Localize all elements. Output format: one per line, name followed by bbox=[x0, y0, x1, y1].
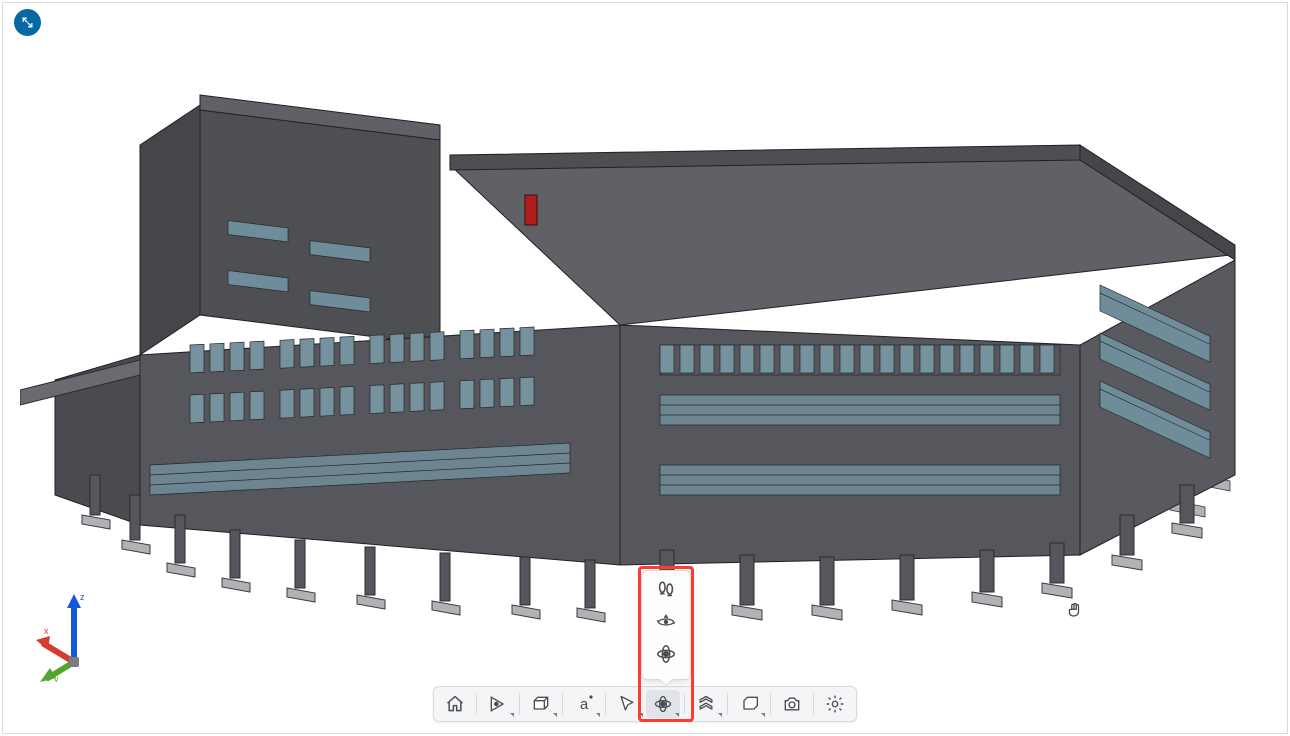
settings-button[interactable] bbox=[818, 690, 852, 718]
projection-icon bbox=[739, 694, 759, 714]
camera-button[interactable] bbox=[775, 690, 809, 718]
home-icon bbox=[444, 694, 466, 714]
expand-icon bbox=[21, 16, 34, 29]
look-at-button[interactable] bbox=[481, 690, 515, 718]
select-button[interactable] bbox=[610, 690, 644, 718]
home-button[interactable] bbox=[438, 690, 472, 718]
axis-y-label: y bbox=[54, 674, 59, 682]
section-box-button[interactable] bbox=[524, 690, 558, 718]
cursor-hand-icon bbox=[1065, 600, 1083, 620]
caret-icon bbox=[587, 693, 595, 701]
footprints-icon bbox=[654, 579, 678, 601]
view-toolbar: a bbox=[433, 686, 857, 722]
explode-icon bbox=[695, 694, 717, 714]
cursor-arrow-icon bbox=[617, 694, 637, 714]
turntable-icon bbox=[654, 612, 678, 632]
orbit-flyout-menu bbox=[641, 570, 691, 680]
axis-x-label: x bbox=[44, 626, 49, 636]
projection-button[interactable] bbox=[732, 690, 766, 718]
expand-button[interactable] bbox=[14, 9, 41, 36]
gear-icon bbox=[825, 694, 845, 714]
free-orbit-button[interactable] bbox=[648, 639, 684, 669]
walk-mode-button[interactable] bbox=[648, 575, 684, 605]
look-at-icon bbox=[487, 694, 509, 714]
explode-button[interactable] bbox=[689, 690, 723, 718]
orbit-button[interactable] bbox=[646, 690, 680, 718]
axis-z-label: z bbox=[80, 592, 85, 602]
annotation-scale-button[interactable]: a bbox=[567, 690, 601, 718]
cube-icon bbox=[531, 694, 551, 714]
free-orbit-icon bbox=[654, 643, 678, 665]
orbit-icon bbox=[652, 694, 674, 714]
camera-icon bbox=[781, 694, 803, 714]
axis-triad: z x y bbox=[36, 592, 106, 682]
turntable-orbit-button[interactable] bbox=[648, 607, 684, 637]
